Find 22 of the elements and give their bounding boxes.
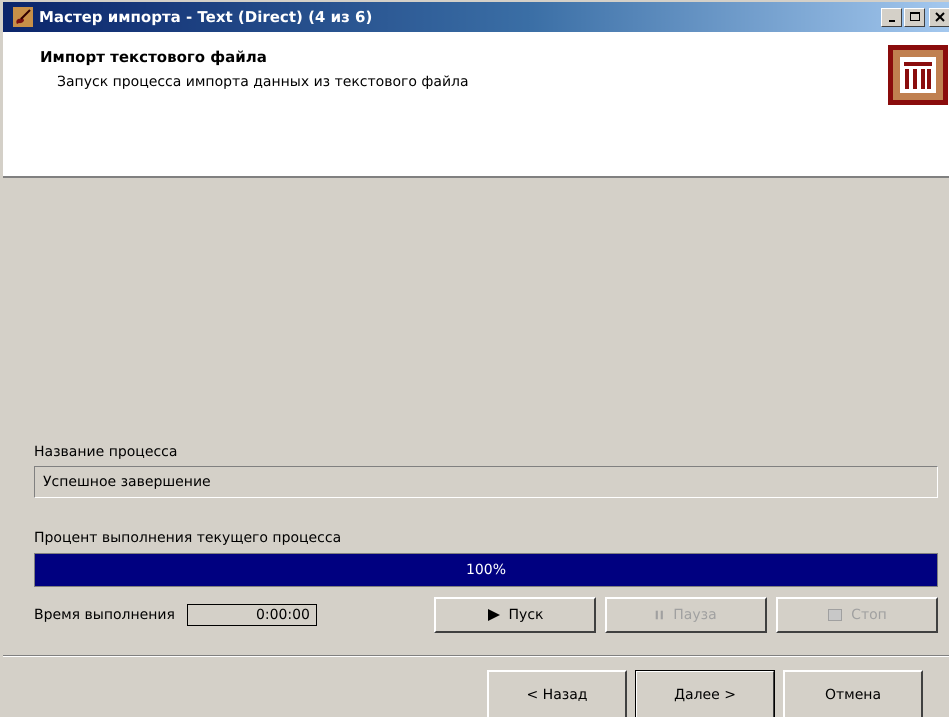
pause-icon	[655, 608, 666, 622]
progress-label: Процент выполнения текущего процесса	[34, 530, 342, 546]
wizard-button[interactable]: Далее >	[635, 670, 775, 717]
maximize-icon	[910, 12, 920, 22]
maximize-button[interactable]	[904, 8, 925, 26]
header-subtitle: Запуск процесса импорта данных из текстового файла	[57, 74, 469, 90]
process-name-label: Название процесса	[34, 444, 178, 460]
process-name-field: Успешное завершение	[34, 466, 938, 498]
progress-reading: 100%	[466, 562, 506, 578]
elapsed-label: Время выполнения	[34, 607, 175, 623]
wizard-button[interactable]: < Назад	[487, 670, 627, 717]
close-button[interactable]	[929, 8, 949, 26]
stop-icon	[827, 608, 844, 622]
close-icon	[934, 12, 944, 22]
play-icon	[486, 608, 501, 622]
window-title: Мастер импорта - Text (Direct) (4 из 6)	[39, 8, 374, 26]
control-button[interactable]: Пуск	[434, 597, 596, 633]
minimize-icon	[888, 20, 894, 22]
wizard-button[interactable]: Отмена	[783, 670, 923, 717]
header-title: Импорт текстового файла	[40, 48, 268, 66]
elapsed-time: 0:00:00	[186, 604, 317, 626]
minimize-button[interactable]	[881, 8, 902, 26]
